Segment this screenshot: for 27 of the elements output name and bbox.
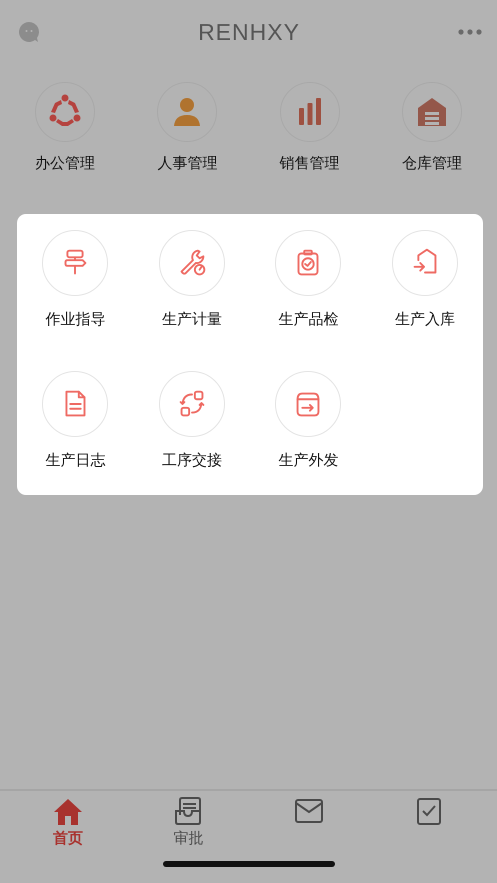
menu-item-label: 生产外发 (278, 451, 338, 470)
menu-item-label: 作业指导 (45, 310, 106, 329)
menu-item-button[interactable] (42, 230, 108, 296)
module-label: 人事管理 (157, 154, 218, 173)
module-label: 销售管理 (280, 154, 340, 173)
menu-item-button[interactable] (42, 371, 108, 437)
chat-icon[interactable] (17, 20, 41, 44)
menu-item-button[interactable] (158, 371, 225, 437)
more-icon[interactable] (456, 28, 483, 36)
module-button[interactable] (280, 82, 340, 142)
tab-button[interactable]: 首页 (52, 795, 84, 849)
menu-item-button[interactable] (392, 230, 458, 296)
module-label: 仓库管理 (402, 154, 462, 173)
module-button[interactable] (35, 82, 96, 142)
menu-item-button[interactable] (275, 230, 342, 296)
module-label: 办公管理 (35, 154, 96, 173)
menu-item-label: 生产品检 (278, 310, 338, 329)
menu-item-label: 工序交接 (162, 451, 222, 470)
menu-item-button[interactable] (158, 230, 225, 296)
tab-button[interactable]: 审批 (172, 795, 204, 849)
menu-item-label: 生产计量 (162, 310, 222, 329)
app-title: RENHXY (198, 18, 300, 46)
menu-item-label: 生产入库 (394, 310, 455, 329)
module-button[interactable] (157, 82, 218, 142)
module-button[interactable] (402, 82, 462, 142)
menu-item-button[interactable] (275, 371, 342, 437)
menu-item-label: 生产日志 (45, 451, 106, 470)
